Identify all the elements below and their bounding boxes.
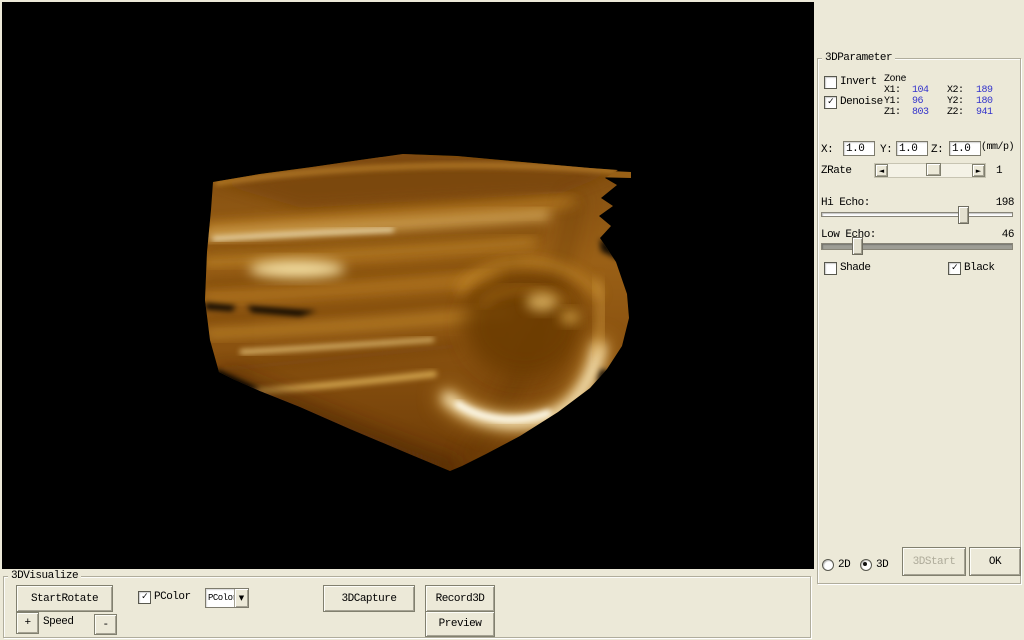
hi-echo-value: 198 xyxy=(996,197,1014,209)
voxel-z-label: Z: xyxy=(931,144,943,156)
radio-dot xyxy=(863,562,867,566)
pcolor-checkbox[interactable]: ✓ xyxy=(138,591,151,604)
pcolor-dropdown[interactable]: PColor ▼ xyxy=(205,588,249,608)
denoise-checkbox[interactable]: ✓ xyxy=(824,96,837,109)
zone-z1-value: 803 xyxy=(912,107,929,119)
capture3d-button[interactable]: 3DCapture xyxy=(323,585,415,612)
render-viewport-3d[interactable] xyxy=(2,2,814,569)
zrate-scroll-right-button[interactable]: ► xyxy=(972,164,985,177)
pcolor-dropdown-button[interactable]: ▼ xyxy=(234,589,248,607)
checkmark-icon: ✓ xyxy=(828,98,834,108)
record3d-button[interactable]: Record3D xyxy=(425,585,495,612)
pcolor-dropdown-value: PColor xyxy=(206,593,234,603)
start-rotate-button[interactable]: StartRotate xyxy=(16,585,113,612)
denoise-label: Denoise xyxy=(840,96,883,108)
hi-echo-slider-track[interactable] xyxy=(821,212,1013,217)
checkmark-icon: ✓ xyxy=(952,264,958,274)
mode-3d-radio[interactable] xyxy=(860,559,872,571)
dropdown-arrow-icon: ▼ xyxy=(239,594,244,602)
pcolor-label: PColor xyxy=(154,591,191,603)
speed-plus-button[interactable]: + xyxy=(16,612,39,634)
volume-render xyxy=(2,2,814,569)
black-checkbox[interactable]: ✓ xyxy=(948,262,961,275)
mode-2d-label: 2D xyxy=(838,559,850,571)
black-label: Black xyxy=(964,262,995,274)
zrate-scroll-track[interactable] xyxy=(888,164,972,177)
voxel-unit-label: (mm/p) xyxy=(981,142,1014,154)
param-groupbox: 3DParameter Invert ✓ Denoise Zone X1: 10… xyxy=(817,58,1021,584)
shade-label: Shade xyxy=(840,262,871,274)
shade-checkbox[interactable] xyxy=(824,262,837,275)
zone-z1-label: Z1: xyxy=(884,107,901,119)
ok-button[interactable]: OK xyxy=(969,547,1021,576)
scroll-left-icon: ◄ xyxy=(879,167,884,175)
visualize-group-title: 3DVisualize xyxy=(8,569,81,583)
hi-echo-label: Hi Echo: xyxy=(821,197,870,209)
speed-minus-button[interactable]: - xyxy=(94,614,117,635)
app-window: 3DParameter Invert ✓ Denoise Zone X1: 10… xyxy=(0,0,1024,640)
zrate-scroll-thumb[interactable] xyxy=(926,163,941,176)
voxel-y-label: Y: xyxy=(880,144,892,156)
low-echo-slider-track[interactable] xyxy=(821,243,1013,250)
mode-2d-radio[interactable] xyxy=(822,559,834,571)
invert-checkbox[interactable] xyxy=(824,76,837,89)
scroll-right-icon: ► xyxy=(976,167,981,175)
zrate-scroll-left-button[interactable]: ◄ xyxy=(875,164,888,177)
voxel-x-label: X: xyxy=(821,144,833,156)
zrate-scrollbar[interactable]: ◄ ► xyxy=(874,163,986,178)
low-echo-value: 46 xyxy=(1002,229,1014,241)
voxel-z-input[interactable] xyxy=(949,141,981,156)
zone-z2-value: 941 xyxy=(976,107,993,119)
invert-label: Invert xyxy=(840,76,877,88)
param-group-title: 3DParameter xyxy=(822,51,895,65)
zrate-label: ZRate xyxy=(821,165,852,177)
low-echo-slider-thumb[interactable] xyxy=(852,237,863,255)
voxel-x-input[interactable] xyxy=(843,141,875,156)
hi-echo-slider-thumb[interactable] xyxy=(958,206,969,224)
mode-3d-label: 3D xyxy=(876,559,888,571)
voxel-y-input[interactable] xyxy=(896,141,928,156)
checkmark-icon: ✓ xyxy=(142,593,148,603)
preview-button[interactable]: Preview xyxy=(425,611,495,637)
visualize-groupbox: 3DVisualize StartRotate ✓ PColor PColor … xyxy=(3,576,811,638)
low-echo-label: Low Echo: xyxy=(821,229,876,241)
zone-z2-label: Z2: xyxy=(947,107,964,119)
start3d-button[interactable]: 3DStart xyxy=(902,547,966,576)
zrate-value: 1 xyxy=(996,165,1002,177)
speed-label: Speed xyxy=(43,616,74,628)
